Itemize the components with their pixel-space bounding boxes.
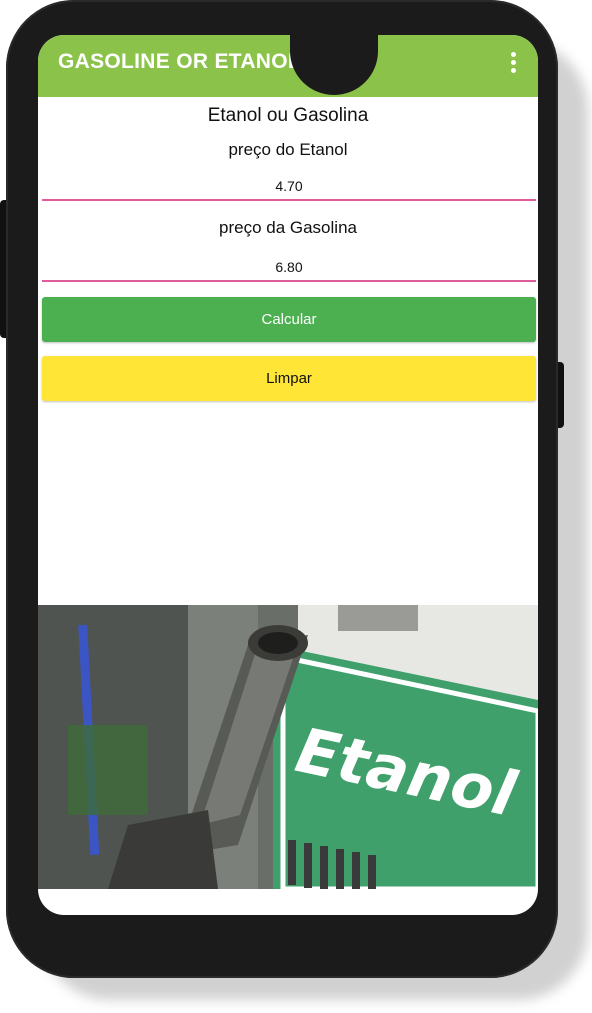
calculate-button[interactable]: Calcular <box>42 297 536 342</box>
app-bar: GASOLINE OR ETANOL? <box>38 35 538 97</box>
app-screen: GASOLINE OR ETANOL? Etanol ou Gasolina p… <box>38 35 538 915</box>
device-mockup: GASOLINE OR ETANOL? Etanol ou Gasolina p… <box>0 0 592 1013</box>
etanol-price-input[interactable]: 4.70 <box>42 173 536 201</box>
fuel-nozzle-photo: Etanol <box>38 605 538 889</box>
gasolina-price-label: preço da Gasolina <box>219 218 357 237</box>
overflow-menu-icon[interactable] <box>508 52 518 80</box>
etanol-price-label: preço do Etanol <box>228 140 348 159</box>
clear-button[interactable]: Limpar <box>42 356 536 401</box>
phone-frame: GASOLINE OR ETANOL? Etanol ou Gasolina p… <box>6 0 558 978</box>
form-heading: Etanol ou Gasolina <box>207 105 369 126</box>
gasolina-price-input[interactable]: 6.80 <box>42 254 536 282</box>
app-title: GASOLINE OR ETANOL? <box>58 50 315 73</box>
